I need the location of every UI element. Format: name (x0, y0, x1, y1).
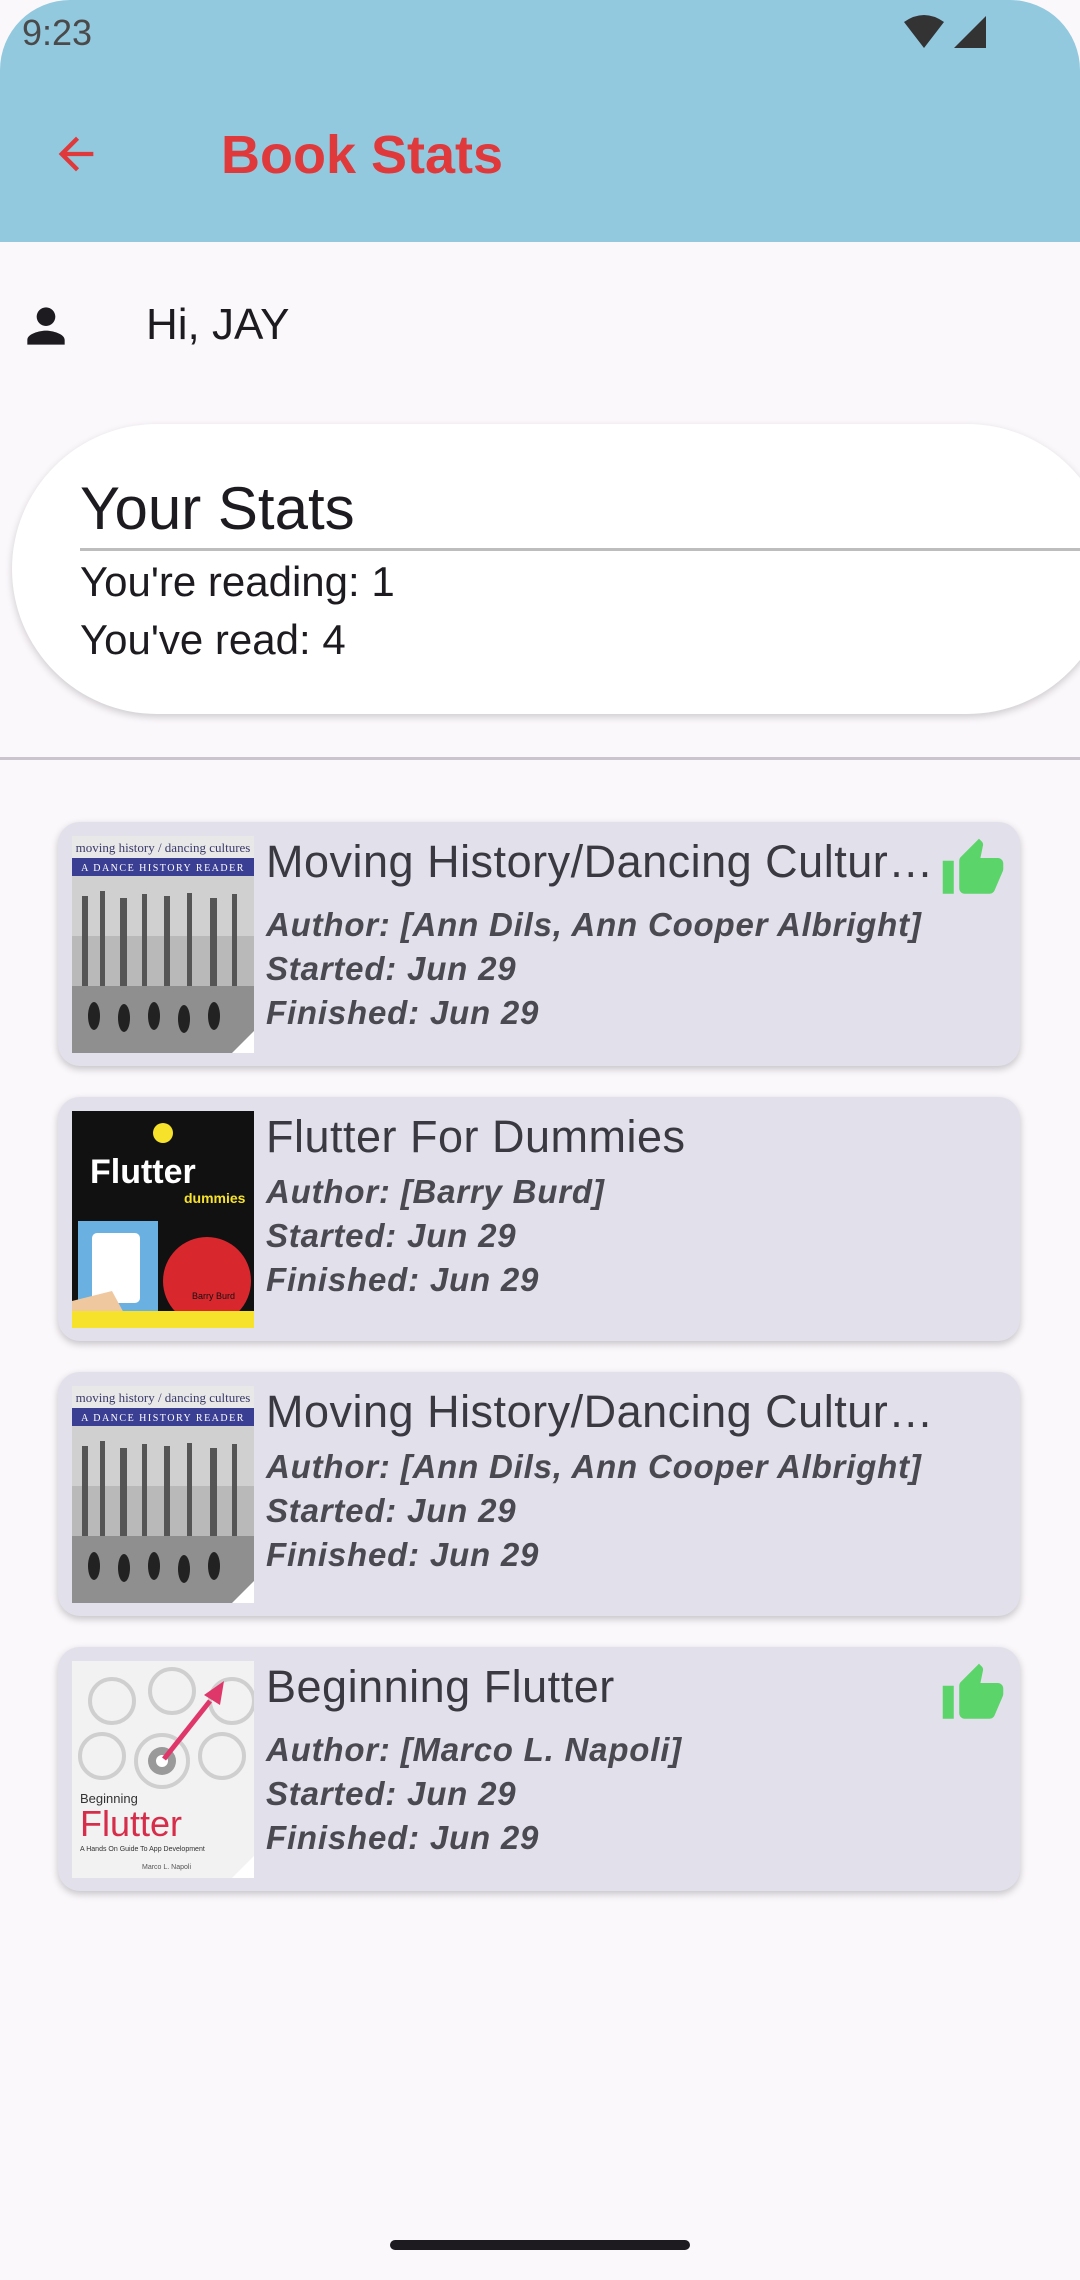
book-cover: Flutter dummies Barry Burd (72, 1111, 254, 1328)
book-card[interactable]: Flutter dummies Barry Burd Flutter For D… (58, 1097, 1020, 1341)
book-cover: moving history / dancing cultures A DANC… (72, 836, 254, 1053)
cover-author-text: Barry Burd (192, 1291, 235, 1301)
page-title: Book Stats (221, 125, 504, 185)
book-title: Beginning Flutter (266, 1661, 615, 1712)
screen: 9:23 Book Stats Hi, JAY Your Stats You'r… (0, 0, 1080, 2280)
read-count: You've read: 4 (80, 616, 346, 663)
book-finished: Finished: Jun 29 (266, 994, 540, 1031)
home-indicator[interactable] (390, 2240, 690, 2250)
cover-sub-text: A Hands On Guide To App Development (80, 1846, 205, 1853)
cover-sub-text: dummies (184, 1190, 246, 1206)
cover-band-text: A DANCE HISTORY READER (81, 1413, 245, 1424)
status-time: 9:23 (22, 12, 93, 53)
book-cover: Beginning Flutter A Hands On Guide To Ap… (72, 1661, 254, 1878)
thumb-up-icon[interactable] (940, 1661, 1006, 1727)
book-started: Started: Jun 29 (266, 950, 517, 987)
cover-author-text: Marco L. Napoli (142, 1864, 191, 1871)
book-finished: Finished: Jun 29 (266, 1536, 540, 1573)
reading-count: You're reading: 1 (80, 558, 395, 605)
greeting-row: Hi, JAY (0, 290, 1080, 360)
stats-card: Your Stats You're reading: 1 You've read… (12, 424, 1080, 714)
book-card[interactable]: moving history / dancing cultures A DANC… (58, 1372, 1020, 1616)
book-started: Started: Jun 29 (266, 1775, 517, 1812)
book-started: Started: Jun 29 (266, 1492, 517, 1529)
arrow-back-icon (58, 136, 94, 172)
book-finished: Finished: Jun 29 (266, 1819, 540, 1856)
book-author: Author: [Ann Dils, Ann Cooper Albright] (266, 1448, 922, 1485)
book-card[interactable]: Beginning Flutter A Hands On Guide To Ap… (58, 1647, 1020, 1891)
section-divider (0, 757, 1080, 760)
book-author: Author: [Barry Burd] (266, 1173, 605, 1210)
back-button[interactable] (40, 118, 112, 190)
book-finished: Finished: Jun 29 (266, 1261, 540, 1298)
signal-icon (954, 16, 986, 48)
book-author: Author: [Marco L. Napoli] (266, 1731, 682, 1768)
cover-top-text: moving history / dancing cultures (76, 1390, 251, 1405)
book-cover: moving history / dancing cultures A DANC… (72, 1386, 254, 1603)
person-icon (27, 307, 65, 345)
book-title: Moving History/Dancing Cultures (266, 1386, 936, 1437)
app-bar: 9:23 Book Stats (0, 0, 1080, 242)
cover-top-text: moving history / dancing cultures (76, 840, 251, 855)
status-icons (902, 14, 1002, 50)
wifi-icon (904, 15, 944, 48)
book-title: Flutter For Dummies (266, 1111, 686, 1162)
thumb-up-icon[interactable] (940, 836, 1006, 902)
cover-band-text: A DANCE HISTORY READER (81, 863, 245, 874)
book-title: Moving History/Dancing Cultures (266, 836, 936, 887)
cover-brand-text: Flutter (90, 1153, 196, 1191)
stats-divider (80, 548, 1080, 551)
book-card[interactable]: moving history / dancing cultures A DANC… (58, 822, 1020, 1066)
stats-title: Your Stats (80, 475, 355, 542)
cover-brand-text: Flutter (80, 1803, 182, 1844)
greeting-text: Hi, JAY (146, 300, 290, 349)
book-author: Author: [Ann Dils, Ann Cooper Albright] (266, 906, 922, 943)
book-started: Started: Jun 29 (266, 1217, 517, 1254)
